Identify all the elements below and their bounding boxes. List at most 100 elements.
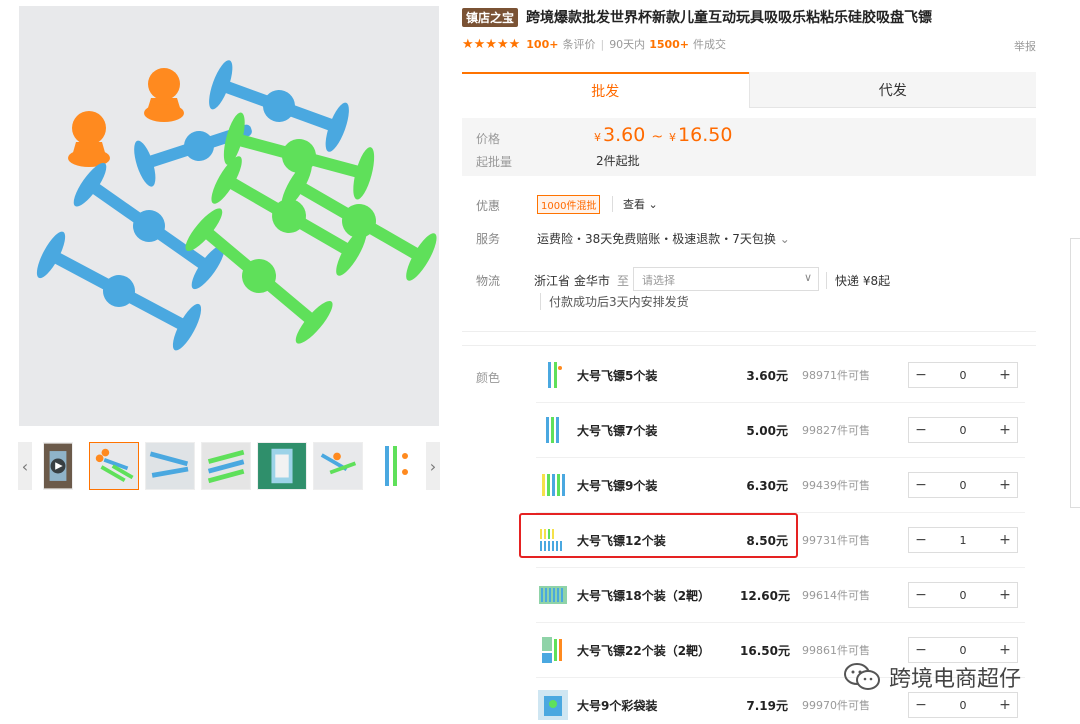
plus-button[interactable]: + <box>993 418 1017 442</box>
minus-button[interactable]: − <box>909 638 933 662</box>
promo-label: 优惠 <box>476 199 501 213</box>
watermark-text: 跨境电商超仔 <box>889 667 1022 692</box>
logistics-label: 物流 <box>476 274 501 288</box>
sku-row: 大号飞镖9个装 6.30元 99439件可售 − 0 + <box>536 458 1025 513</box>
quantity-input[interactable]: 1 <box>933 528 993 552</box>
quantity-stepper: − 0 + <box>908 582 1018 608</box>
quantity-input[interactable]: 0 <box>933 418 993 442</box>
sku-stock: 99970件可售 <box>802 699 870 712</box>
rating-stars-icon: ★★★★★ <box>462 36 521 52</box>
quantity-input[interactable]: 0 <box>933 583 993 607</box>
minus-button[interactable]: − <box>909 693 933 717</box>
price-label: 价格 <box>476 132 501 146</box>
price-max: 16.50 <box>678 124 733 146</box>
price-range: ¥3.60 ~ ¥16.50 <box>594 124 733 146</box>
sku-row: 大号飞镖5个装 3.60元 98971件可售 − 0 + <box>536 348 1025 403</box>
plus-button[interactable]: + <box>993 638 1017 662</box>
ship-to-label: 至 <box>617 274 630 288</box>
minus-button[interactable]: − <box>909 528 933 552</box>
promo-tag[interactable]: 1000件混批 <box>537 195 601 214</box>
quantity-stepper: − 0 + <box>908 692 1018 718</box>
chevron-down-icon: ∨ <box>803 271 812 284</box>
sku-thumb-icon <box>538 415 568 445</box>
sku-price: 6.30元 <box>746 479 788 493</box>
price-min: 3.60 <box>603 124 646 146</box>
thumbnail-prev-arrow[interactable]: ‹ <box>18 442 32 490</box>
main-product-image[interactable] <box>19 6 439 426</box>
price-box: 价格 起批量 ¥3.60 ~ ¥16.50 2件起批 <box>462 118 1036 176</box>
sku-color-label: 颜色 <box>476 371 501 385</box>
sku-name: 大号飞镖12个装 <box>577 534 666 548</box>
thumbnail-6[interactable] <box>369 442 419 490</box>
sku-thumb-icon <box>538 690 568 720</box>
sales-prefix: 90天内 <box>609 38 646 51</box>
quantity-input[interactable]: 0 <box>933 638 993 662</box>
purchase-tabs: 批发 代发 <box>462 72 1036 108</box>
destination-select[interactable]: 请选择 ∨ <box>633 267 819 291</box>
plus-button[interactable]: + <box>993 363 1017 387</box>
sku-thumb-icon <box>538 635 568 665</box>
sku-name: 大号飞镖22个装（2靶） <box>577 644 711 658</box>
sku-stock: 99861件可售 <box>802 644 870 657</box>
service-dropdown[interactable]: 运费险・38天免费赔账・极速退款・7天包换 ⌄ <box>537 230 790 247</box>
sku-price: 7.19元 <box>746 699 788 713</box>
review-suffix: 条评价 <box>562 38 596 51</box>
quantity-input[interactable]: 0 <box>933 473 993 497</box>
minus-button[interactable]: − <box>909 418 933 442</box>
sku-thumb-icon <box>538 360 568 390</box>
service-label: 服务 <box>476 232 501 246</box>
report-link[interactable]: 举报 <box>1014 38 1036 54</box>
sku-row: 大号飞镖7个装 5.00元 99827件可售 − 0 + <box>536 403 1025 458</box>
tab-dropship[interactable]: 代发 <box>748 72 1036 108</box>
shipping-fee: 快递 ¥8起 <box>826 272 890 289</box>
sku-thumb-icon <box>538 580 568 610</box>
shop-badge: 镇店之宝 <box>462 7 519 27</box>
sku-price: 3.60元 <box>746 369 788 383</box>
sku-stock: 98971件可售 <box>802 369 870 382</box>
shipping-note: 付款成功后3天内安排发货 <box>540 293 689 310</box>
sku-stock: 99439件可售 <box>802 479 870 492</box>
sku-price: 16.50元 <box>740 644 790 658</box>
divider <box>462 345 1036 346</box>
sku-thumb-icon <box>538 470 568 500</box>
quantity-stepper: − 0 + <box>908 362 1018 388</box>
quantity-input[interactable]: 0 <box>933 693 993 717</box>
thumbnail-video[interactable] <box>43 442 73 490</box>
quantity-stepper: − 0 + <box>908 472 1018 498</box>
plus-button[interactable]: + <box>993 528 1017 552</box>
plus-button[interactable]: + <box>993 583 1017 607</box>
thumbnail-2[interactable] <box>145 442 195 490</box>
sku-price: 12.60元 <box>740 589 790 603</box>
sku-name: 大号9个彩袋装 <box>577 699 658 713</box>
thumbnail-3[interactable] <box>201 442 251 490</box>
thumbnail-4[interactable] <box>257 442 307 490</box>
quantity-input[interactable]: 0 <box>933 363 993 387</box>
quantity-stepper: − 0 + <box>908 417 1018 443</box>
sku-stock: 99614件可售 <box>802 589 870 602</box>
moq-label: 起批量 <box>476 155 513 169</box>
thumbnail-5[interactable] <box>313 442 363 490</box>
plus-button[interactable]: + <box>993 473 1017 497</box>
wechat-icon <box>844 663 880 690</box>
side-panel-edge[interactable] <box>1070 238 1080 508</box>
divider: | <box>600 37 605 51</box>
sales-count: 1500+ <box>649 37 690 51</box>
minus-button[interactable]: − <box>909 363 933 387</box>
thumbnail-next-arrow[interactable]: › <box>426 442 440 490</box>
chevron-down-icon: ⌄ <box>779 232 790 246</box>
review-count[interactable]: 100+ <box>526 38 558 51</box>
plus-button[interactable]: + <box>993 693 1017 717</box>
thumbnail-1[interactable] <box>89 442 139 490</box>
promo-view-button[interactable]: 查看 ⌄ <box>612 196 658 212</box>
sku-price: 8.50元 <box>746 534 788 548</box>
ship-from: 浙江省 金华市 <box>534 274 610 288</box>
sku-row: 大号飞镖18个装（2靶） 12.60元 99614件可售 − 0 + <box>536 568 1025 623</box>
sku-stock: 99827件可售 <box>802 424 870 437</box>
sku-name: 大号飞镖9个装 <box>577 479 658 493</box>
minus-button[interactable]: − <box>909 583 933 607</box>
minus-button[interactable]: − <box>909 473 933 497</box>
watermark: 跨境电商超仔 <box>843 661 1021 693</box>
sku-price: 5.00元 <box>746 424 788 438</box>
tab-wholesale[interactable]: 批发 <box>462 72 749 108</box>
divider <box>462 331 1036 332</box>
